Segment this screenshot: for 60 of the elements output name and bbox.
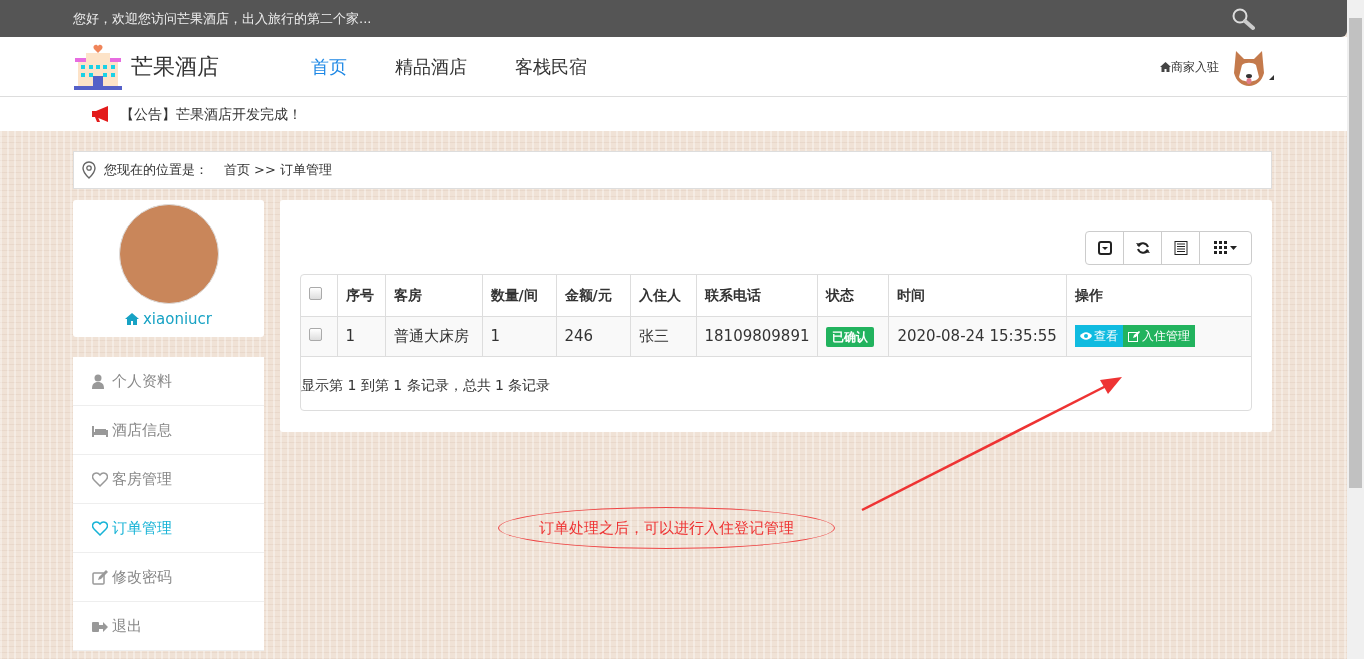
table-cell: 普通大床房 bbox=[385, 316, 482, 356]
sidebar-item[interactable]: 客房管理 bbox=[73, 455, 264, 504]
nav-link[interactable]: 客栈民宿 bbox=[515, 53, 587, 80]
breadcrumb-label: 您现在的位置是： bbox=[104, 161, 208, 180]
breadcrumb-current: 订单管理 bbox=[279, 161, 332, 180]
search-icon[interactable] bbox=[1231, 6, 1255, 31]
column-header: 操作 bbox=[1067, 275, 1251, 316]
location-pin-icon bbox=[82, 161, 96, 179]
select-all-checkbox[interactable] bbox=[309, 286, 322, 300]
welcome-text: 您好，欢迎您访问芒果酒店，出入旅行的第二个家... bbox=[73, 9, 372, 28]
column-header: 数量/间 bbox=[482, 275, 556, 316]
table-cell: 2020-08-24 15:35:55 bbox=[889, 316, 1067, 356]
toolbar-button[interactable] bbox=[1199, 231, 1252, 265]
toolbar-button[interactable] bbox=[1161, 231, 1200, 265]
table-cell: 246 bbox=[556, 316, 630, 356]
sidebar-item[interactable]: 修改密码 bbox=[73, 553, 264, 602]
edit-icon bbox=[92, 569, 108, 585]
list-icon bbox=[1173, 241, 1188, 255]
column-header: 序号 bbox=[337, 275, 385, 316]
row-checkbox[interactable] bbox=[309, 327, 322, 341]
column-header: 客房 bbox=[385, 275, 482, 316]
username-link[interactable]: xiaoniucr bbox=[125, 308, 212, 331]
nav-link[interactable]: 精品酒店 bbox=[395, 53, 467, 80]
caret-icon bbox=[1269, 75, 1274, 80]
pagination-info: 显示第 1 到第 1 条记录，总共 1 条记录 bbox=[301, 375, 552, 395]
column-header: 联系电话 bbox=[696, 275, 818, 316]
hotel-logo-icon bbox=[73, 43, 123, 90]
sidebar-item[interactable]: 订单管理 bbox=[73, 504, 264, 553]
nav-link[interactable]: 首页 bbox=[311, 53, 347, 80]
sidebar-item[interactable]: 酒店信息 bbox=[73, 406, 264, 455]
breadcrumb-link[interactable]: 首页 bbox=[224, 160, 250, 180]
table-cell: 18109809891 bbox=[696, 316, 818, 356]
home-icon bbox=[125, 313, 139, 326]
sidebar-item[interactable]: 个人资料 bbox=[73, 357, 264, 406]
notice-text: 【公告】芒果酒店开发完成！ bbox=[120, 104, 302, 124]
columns-grid-icon bbox=[1214, 241, 1237, 255]
breadcrumb-separator: >> bbox=[254, 161, 276, 180]
table-cell: 张三 bbox=[630, 316, 696, 356]
logo-text: 芒果酒店 bbox=[131, 53, 219, 81]
table-cell: 1 bbox=[482, 316, 556, 356]
home-icon bbox=[1160, 61, 1171, 72]
table-cell: 1 bbox=[337, 316, 385, 356]
merchant-link[interactable]: 商家入驻 bbox=[1160, 57, 1219, 76]
action-button[interactable]: 查看 bbox=[1075, 325, 1124, 347]
sidebar-item[interactable]: 退出 bbox=[73, 602, 264, 651]
action-button[interactable]: 入住管理 bbox=[1123, 325, 1196, 347]
toolbar-button[interactable] bbox=[1085, 231, 1124, 265]
toggle-icon bbox=[1097, 241, 1112, 255]
column-header: 时间 bbox=[889, 275, 1067, 316]
eye-icon bbox=[1080, 332, 1093, 340]
heart-icon bbox=[92, 520, 108, 536]
refresh-icon bbox=[1135, 241, 1150, 255]
column-header: 状态 bbox=[818, 275, 889, 316]
edit-icon bbox=[1128, 330, 1141, 342]
scrollbar[interactable] bbox=[1347, 0, 1364, 659]
column-header: 入住人 bbox=[630, 275, 696, 316]
toolbar-button[interactable] bbox=[1123, 231, 1162, 265]
heart-icon bbox=[92, 471, 108, 487]
status-badge: 已确认 bbox=[826, 326, 875, 347]
column-header: 金额/元 bbox=[556, 275, 630, 316]
